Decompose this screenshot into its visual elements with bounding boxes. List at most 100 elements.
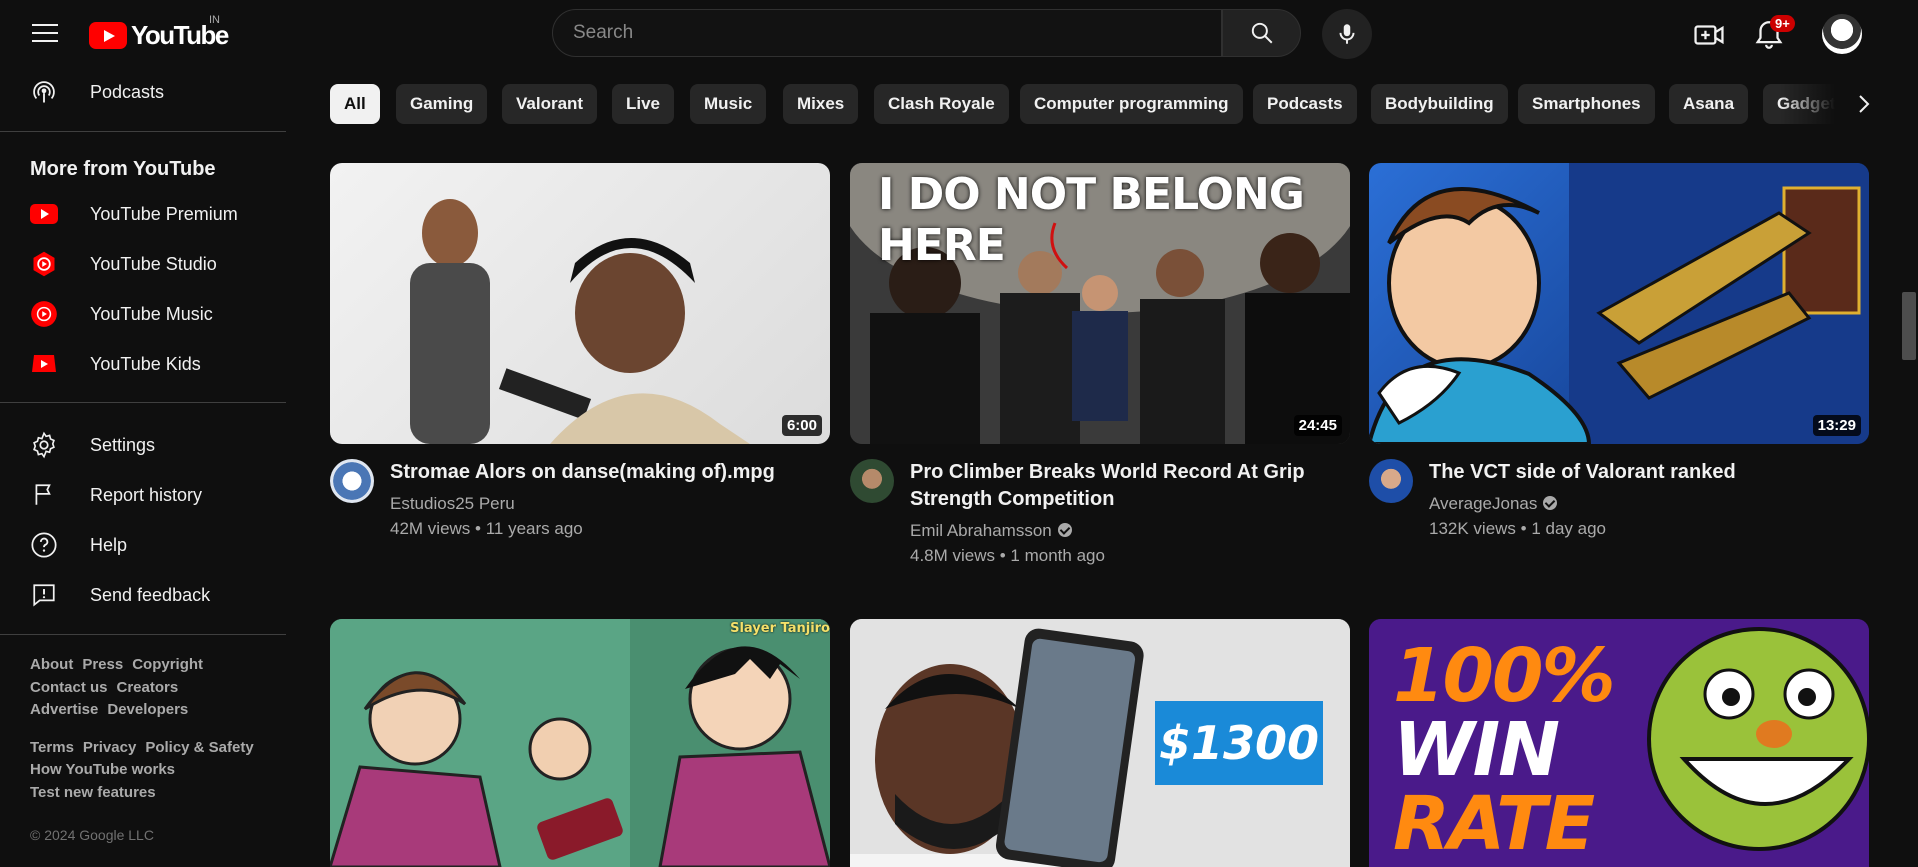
- sidebar-item-youtube-studio[interactable]: YouTube Studio: [0, 242, 286, 286]
- divider: [0, 402, 286, 403]
- thumbnail-image: [330, 619, 830, 867]
- video-meta: 4.8M views • 1 month ago: [910, 546, 1105, 565]
- chip-live[interactable]: Live: [612, 84, 675, 124]
- video-meta: 42M views • 11 years ago: [390, 519, 583, 538]
- channel-name-text: Emil Abrahamsson: [910, 521, 1052, 540]
- footer-link-terms[interactable]: Terms: [30, 739, 74, 756]
- video-title[interactable]: The VCT side of Valorant ranked: [1429, 459, 1859, 486]
- thumbnail-caption: 100%: [1393, 633, 1616, 719]
- video-title-line: Pro Climber Breaks World Record At Grip: [910, 461, 1305, 483]
- thumbnail-caption: WIN: [1393, 707, 1560, 793]
- gear-icon: [30, 431, 58, 459]
- sidebar-item-help[interactable]: Help: [0, 523, 286, 567]
- sidebar-item-youtube-music[interactable]: YouTube Music: [0, 292, 286, 336]
- video-thumbnail[interactable]: 100% WIN RATE: [1369, 619, 1869, 867]
- thumbnail-price-tag: $1300: [1155, 701, 1323, 785]
- flag-icon: [30, 481, 58, 509]
- sidebar-item-label: Settings: [90, 434, 156, 455]
- chip-music[interactable]: Music: [690, 84, 767, 124]
- footer-link-creators[interactable]: Creators: [117, 679, 179, 696]
- footer-links-row: Advertise Developers: [30, 701, 197, 718]
- voice-search-button[interactable]: [1322, 9, 1372, 59]
- sidebar-item-send-feedback[interactable]: Send feedback: [0, 573, 286, 617]
- thumbnail-caption: Slayer Tanjiro: [730, 621, 830, 636]
- chips-next-button[interactable]: [1844, 84, 1884, 124]
- chip-all[interactable]: All: [330, 84, 380, 124]
- thumbnail-caption: I DO NOT BELONG HERE: [878, 169, 1305, 271]
- create-button[interactable]: [1692, 18, 1726, 52]
- chip-smartphones[interactable]: Smartphones: [1518, 84, 1655, 124]
- footer-link-copyright[interactable]: Copyright: [132, 656, 203, 673]
- chip-bodybuilding[interactable]: Bodybuilding: [1371, 84, 1508, 124]
- youtube-kids-icon: [30, 350, 58, 378]
- hamburger-menu-icon[interactable]: [28, 18, 62, 50]
- footer-link-privacy[interactable]: Privacy: [83, 739, 136, 756]
- channel-avatar[interactable]: [850, 459, 894, 503]
- channel-name[interactable]: Emil Abrahamsson: [910, 521, 1072, 541]
- chip-podcasts[interactable]: Podcasts: [1253, 84, 1357, 124]
- footer-link-press[interactable]: Press: [82, 656, 123, 673]
- video-duration: 6:00: [781, 415, 822, 436]
- channel-name-text: AverageJonas: [1429, 494, 1538, 513]
- chip-asana[interactable]: Asana: [1669, 84, 1749, 124]
- notification-count-badge: 9+: [1770, 15, 1795, 32]
- sidebar-item-settings[interactable]: Settings: [0, 423, 286, 467]
- footer-link-test-new-features[interactable]: Test new features: [30, 784, 156, 801]
- microphone-icon: [1339, 24, 1355, 44]
- video-thumbnail[interactable]: 6:00: [330, 163, 830, 444]
- video-title-line: Strength Competition: [910, 488, 1115, 510]
- chip-computer-programming[interactable]: Computer programming: [1020, 84, 1243, 124]
- youtube-logo[interactable]: YouTube IN: [89, 14, 229, 52]
- chip-gaming[interactable]: Gaming: [396, 84, 488, 124]
- search-button[interactable]: [1222, 9, 1301, 57]
- footer-link-policy-safety[interactable]: Policy & Safety: [145, 739, 253, 756]
- thumbnail-caption: RATE: [1393, 781, 1595, 867]
- sidebar-item-youtube-kids[interactable]: YouTube Kids: [0, 342, 286, 386]
- chevron-right-icon: [1859, 95, 1870, 113]
- channel-name[interactable]: Estudios25 Peru: [390, 494, 515, 514]
- divider: [0, 131, 286, 132]
- country-code: IN: [209, 14, 220, 26]
- search-input[interactable]: [553, 10, 1193, 56]
- youtube-music-icon: [30, 300, 58, 328]
- create-video-icon: [1694, 25, 1724, 45]
- account-avatar[interactable]: [1822, 14, 1862, 54]
- sidebar-item-label: Podcasts: [90, 81, 165, 102]
- video-title[interactable]: Stromae Alors on danse(making of).mpg: [390, 459, 820, 486]
- footer-links-row: Contact us Creators: [30, 679, 187, 696]
- sidebar-item-report-history[interactable]: Report history: [0, 473, 286, 517]
- footer-link-about[interactable]: About: [30, 656, 73, 673]
- video-duration: 24:45: [1293, 415, 1342, 436]
- feedback-icon: [30, 581, 58, 609]
- footer-link-advertise[interactable]: Advertise: [30, 701, 98, 718]
- thumbnail-image: [1369, 163, 1869, 444]
- video-thumbnail[interactable]: 13:29: [1369, 163, 1869, 444]
- video-duration: 13:29: [1812, 415, 1861, 436]
- chip-clash-royale[interactable]: Clash Royale: [874, 84, 1009, 124]
- page-scrollbar-thumb[interactable]: [1902, 292, 1916, 360]
- footer-links-row: Test new features: [30, 784, 165, 801]
- sidebar-item-label: YouTube Music: [90, 303, 213, 324]
- help-icon: [30, 531, 58, 559]
- thumbnail-image: [410, 199, 750, 444]
- footer-link-developers[interactable]: Developers: [107, 701, 188, 718]
- video-thumbnail[interactable]: $1300: [850, 619, 1350, 867]
- sidebar-item-label: YouTube Premium: [90, 203, 238, 224]
- channel-name[interactable]: AverageJonas: [1429, 494, 1558, 514]
- footer-link-how-youtube-works[interactable]: How YouTube works: [30, 761, 175, 778]
- channel-avatar[interactable]: [1369, 459, 1413, 503]
- sidebar: Podcasts More from YouTube YouTube Premi…: [0, 68, 286, 867]
- chip-mixes[interactable]: Mixes: [783, 84, 859, 124]
- video-thumbnail[interactable]: I DO NOT BELONG HERE 24:45: [850, 163, 1350, 444]
- channel-avatar[interactable]: [330, 459, 374, 503]
- sidebar-item-podcasts[interactable]: Podcasts: [0, 70, 286, 114]
- footer-link-contact[interactable]: Contact us: [30, 679, 108, 696]
- chip-valorant[interactable]: Valorant: [502, 84, 598, 124]
- sidebar-item-label: Help: [90, 534, 128, 555]
- video-thumbnail[interactable]: Slayer Tanjiro: [330, 619, 830, 867]
- video-title[interactable]: Pro Climber Breaks World Record At Grip …: [910, 459, 1340, 513]
- verified-icon: [1543, 496, 1558, 510]
- youtube-play-icon: [89, 21, 127, 49]
- sidebar-item-youtube-premium[interactable]: YouTube Premium: [0, 192, 286, 236]
- copyright-text: © 2024 Google LLC: [30, 827, 154, 843]
